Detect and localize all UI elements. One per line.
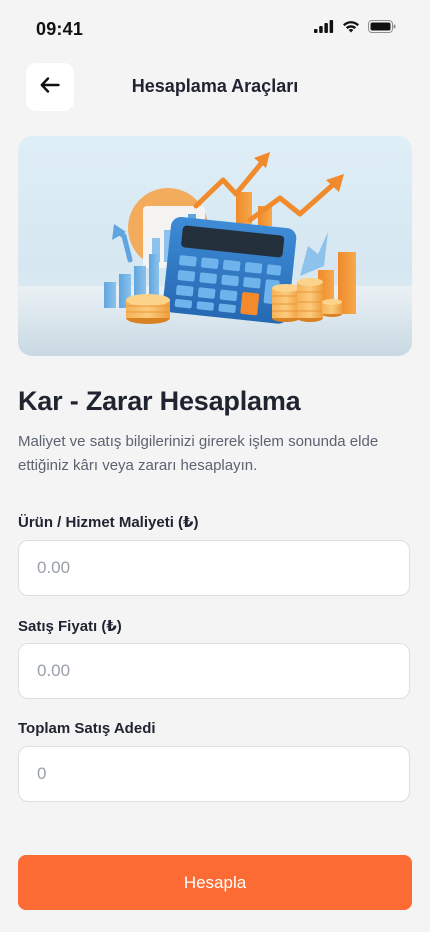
cost-field [18, 540, 410, 596]
cost-input[interactable] [19, 541, 409, 595]
battery-icon [368, 20, 396, 38]
hero-illustration [18, 136, 412, 356]
calculate-button[interactable]: Hesapla [18, 855, 412, 910]
page-title: Hesaplama Araçları [131, 76, 299, 96]
quantity-input[interactable] [19, 747, 409, 801]
price-input[interactable] [19, 644, 409, 698]
status-time: 09:41 [36, 19, 84, 39]
price-label: Satış Fiyatı (₺) [18, 618, 122, 635]
cost-label: Ürün / Hizmet Maliyeti (₺) [18, 514, 199, 531]
cellular-signal-icon [314, 20, 334, 38]
calculator-coins-illustration [18, 152, 412, 356]
quantity-field [18, 746, 410, 802]
status-bar: 09:41 [0, 0, 430, 58]
status-icons [314, 20, 396, 38]
wifi-icon [342, 20, 360, 38]
section-description: Maliyet ve satış bilgilerinizi girerek i… [18, 433, 379, 474]
section-title: Kar - Zarar Hesaplama [18, 386, 301, 416]
price-field [18, 643, 410, 699]
screen: 09:41 Hesaplama Araçları Kar - Zarar Hes… [0, 0, 430, 932]
header: Hesaplama Araçları [0, 63, 430, 111]
quantity-label: Toplam Satış Adedi [18, 720, 156, 737]
